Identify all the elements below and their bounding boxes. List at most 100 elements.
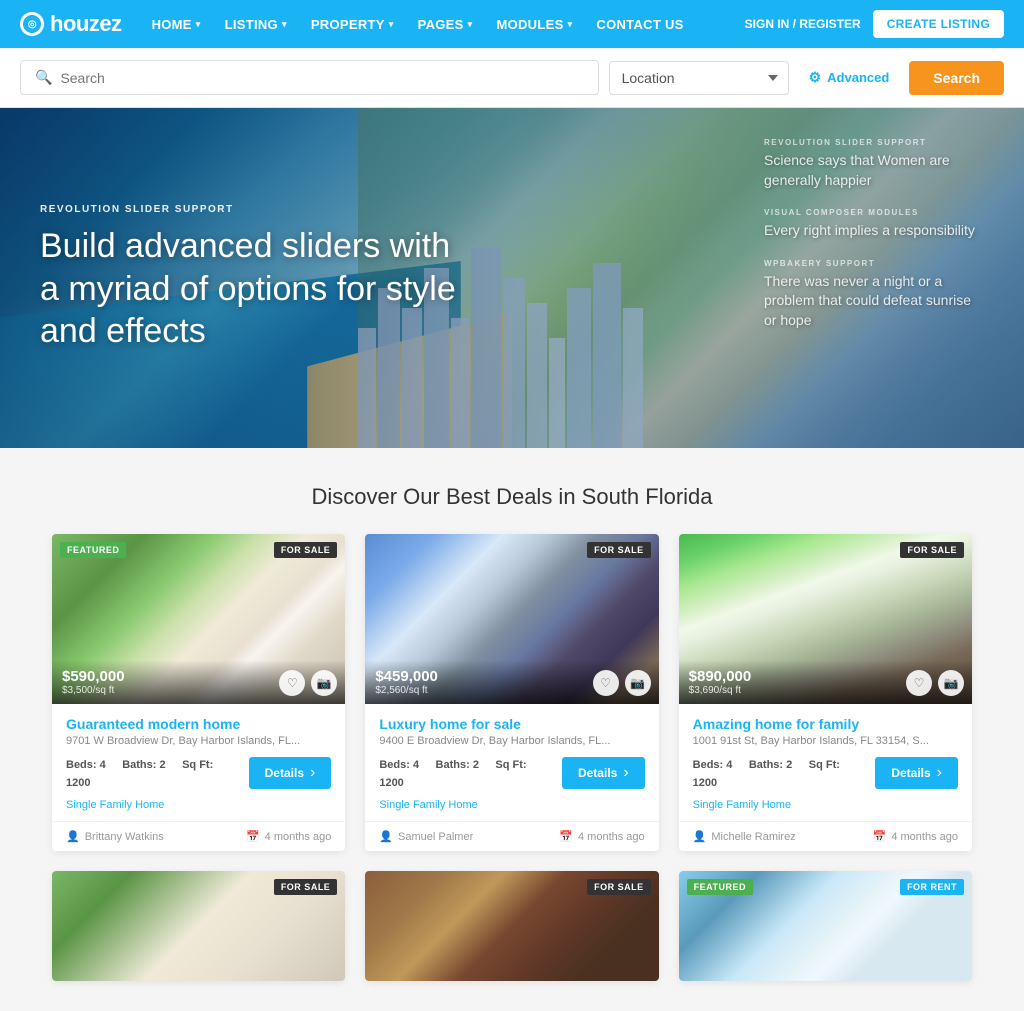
search-input[interactable] (60, 70, 583, 86)
calendar-icon: 📅 (873, 830, 887, 843)
card-meta-2: 👤 Samuel Palmer 📅 4 months ago (365, 821, 658, 851)
card-body-3: Amazing home for family 1001 91st St, Ba… (679, 704, 972, 821)
agent-1: 👤 Brittany Watkins (66, 830, 164, 843)
chevron-down-icon: ▾ (389, 19, 394, 30)
card-image-2: FOR SALE $459,000 $2,560/sq ft ♡ 📷 (365, 534, 658, 704)
card-specs-row-1: Beds: 4 Baths: 2 Sq Ft: 1200 Details (66, 755, 331, 791)
favorite-button-3[interactable]: ♡ (906, 670, 932, 696)
card-baths-2: Baths: 2 (436, 759, 479, 771)
bottom-status-badge-3: FOR RENT (900, 879, 964, 895)
bottom-card-2: FOR SALE (365, 871, 658, 981)
time-3: 📅 4 months ago (873, 830, 958, 843)
navbar: ◎ houzez HOME ▾ LISTING ▾ PROPERTY ▾ PAG… (0, 0, 1024, 48)
details-button-3[interactable]: Details (875, 757, 958, 789)
card-meta-3: 👤 Michelle Ramirez 📅 4 months ago (679, 821, 972, 851)
nav-item-listing[interactable]: LISTING ▾ (215, 11, 297, 38)
camera-button-2[interactable]: 📷 (625, 670, 651, 696)
chevron-down-icon: ▾ (282, 19, 287, 30)
status-badge-3: FOR SALE (900, 542, 964, 558)
chevron-down-icon: ▾ (196, 19, 201, 30)
chevron-down-icon: ▾ (568, 19, 573, 30)
hero-card-text-2: Every right implies a responsibility (764, 221, 984, 241)
card-baths-3: Baths: 2 (749, 759, 792, 771)
agent-2: 👤 Samuel Palmer (379, 830, 473, 843)
card-title-2[interactable]: Luxury home for sale (379, 716, 644, 732)
location-select[interactable]: Location Miami, FL Fort Lauderdale, FL W… (609, 61, 789, 95)
search-button[interactable]: Search (909, 61, 1004, 95)
search-icon: 🔍 (35, 69, 52, 86)
card-actions-3: ♡ 📷 (906, 670, 964, 696)
nav-item-property[interactable]: PROPERTY ▾ (301, 11, 404, 38)
hero-title: Build advanced sliders with a myriad of … (40, 225, 460, 353)
card-beds-2: Beds: 4 (379, 759, 419, 771)
bottom-card-img-3: FEATURED FOR RENT (679, 871, 972, 981)
bottom-card-img-2: FOR SALE (365, 871, 658, 981)
nav-item-pages[interactable]: PAGES ▾ (408, 11, 483, 38)
camera-button-1[interactable]: 📷 (311, 670, 337, 696)
hero-card-label-1: REVOLUTION SLIDER SUPPORT (764, 138, 984, 147)
card-baths-1: Baths: 2 (122, 759, 165, 771)
card-title-1[interactable]: Guaranteed modern home (66, 716, 331, 732)
logo-icon: ◎ (20, 12, 44, 36)
card-title-3[interactable]: Amazing home for family (693, 716, 958, 732)
property-card-3: FOR SALE $890,000 $3,690/sq ft ♡ 📷 Amazi… (679, 534, 972, 851)
property-card-2: FOR SALE $459,000 $2,560/sq ft ♡ 📷 Luxur… (365, 534, 658, 851)
advanced-button[interactable]: ⚙ Advanced (799, 61, 900, 94)
card-type-1: Single Family Home (66, 799, 331, 811)
nav-item-home[interactable]: HOME ▾ (142, 11, 211, 38)
calendar-icon: 📅 (246, 830, 260, 843)
nav-item-contact[interactable]: CONTACT US (586, 11, 693, 38)
calendar-icon: 📅 (559, 830, 573, 843)
featured-badge-1: FEATURED (60, 542, 126, 558)
hero-banner: REVOLUTION SLIDER SUPPORT Build advanced… (0, 108, 1024, 448)
camera-button-3[interactable]: 📷 (938, 670, 964, 696)
signin-link[interactable]: SIGN IN / REGISTER (745, 17, 861, 31)
card-actions-1: ♡ 📷 (279, 670, 337, 696)
bottom-card-img-1: FOR SALE (52, 871, 345, 981)
bottom-card-3: FEATURED FOR RENT (679, 871, 972, 981)
hero-card-text-1: Science says that Women are generally ha… (764, 151, 984, 190)
card-address-2: 9400 E Broadview Dr, Bay Harbor Islands,… (379, 735, 644, 747)
user-icon: 👤 (693, 830, 707, 843)
user-icon: 👤 (379, 830, 393, 843)
details-button-2[interactable]: Details (562, 757, 645, 789)
card-beds-1: Beds: 4 (66, 759, 106, 771)
chevron-down-icon: ▾ (468, 19, 473, 30)
hero-card-label-3: WPBAKERY SUPPORT (764, 259, 984, 268)
bottom-row: FOR SALE FOR SALE FEATURED FOR RENT (32, 871, 992, 1011)
search-input-wrap: 🔍 (20, 60, 599, 95)
status-badge-2: FOR SALE (587, 542, 651, 558)
create-listing-button[interactable]: CREATE LISTING (873, 10, 1004, 38)
time-1: 📅 4 months ago (246, 830, 331, 843)
hero-card-1: REVOLUTION SLIDER SUPPORT Science says t… (764, 138, 984, 190)
card-body-1: Guaranteed modern home 9701 W Broadview … (52, 704, 345, 821)
card-specs-row-2: Beds: 4 Baths: 2 Sq Ft: 1200 Details (379, 755, 644, 791)
nav-right: SIGN IN / REGISTER CREATE LISTING (745, 10, 1004, 38)
card-address-1: 9701 W Broadview Dr, Bay Harbor Islands,… (66, 735, 331, 747)
bottom-card-1: FOR SALE (52, 871, 345, 981)
card-type-3: Single Family Home (693, 799, 958, 811)
property-card-1: FEATURED FOR SALE $590,000 $3,500/sq ft … (52, 534, 345, 851)
user-icon: 👤 (66, 830, 80, 843)
card-specs-row-3: Beds: 4 Baths: 2 Sq Ft: 1200 Details (693, 755, 958, 791)
hero-label: REVOLUTION SLIDER SUPPORT (40, 204, 460, 215)
details-button-1[interactable]: Details (249, 757, 332, 789)
search-bar: 🔍 Location Miami, FL Fort Lauderdale, FL… (0, 48, 1024, 108)
favorite-button-2[interactable]: ♡ (593, 670, 619, 696)
nav-item-modules[interactable]: MODULES ▾ (486, 11, 582, 38)
hero-content: REVOLUTION SLIDER SUPPORT Build advanced… (40, 204, 460, 353)
logo[interactable]: ◎ houzez (20, 11, 122, 37)
gear-icon: ⚙ (809, 69, 822, 86)
hero-sidebar: REVOLUTION SLIDER SUPPORT Science says t… (764, 138, 984, 331)
section-title: Discover Our Best Deals in South Florida (20, 484, 1004, 510)
bottom-status-badge-2: FOR SALE (587, 879, 651, 895)
card-beds-3: Beds: 4 (693, 759, 733, 771)
card-actions-2: ♡ 📷 (593, 670, 651, 696)
brand-name: houzez (50, 11, 122, 37)
time-2: 📅 4 months ago (559, 830, 644, 843)
favorite-button-1[interactable]: ♡ (279, 670, 305, 696)
bottom-featured-badge-3: FEATURED (687, 879, 753, 895)
card-body-2: Luxury home for sale 9400 E Broadview Dr… (365, 704, 658, 821)
hero-card-text-3: There was never a night or a problem tha… (764, 272, 984, 331)
bottom-status-badge-1: FOR SALE (274, 879, 338, 895)
